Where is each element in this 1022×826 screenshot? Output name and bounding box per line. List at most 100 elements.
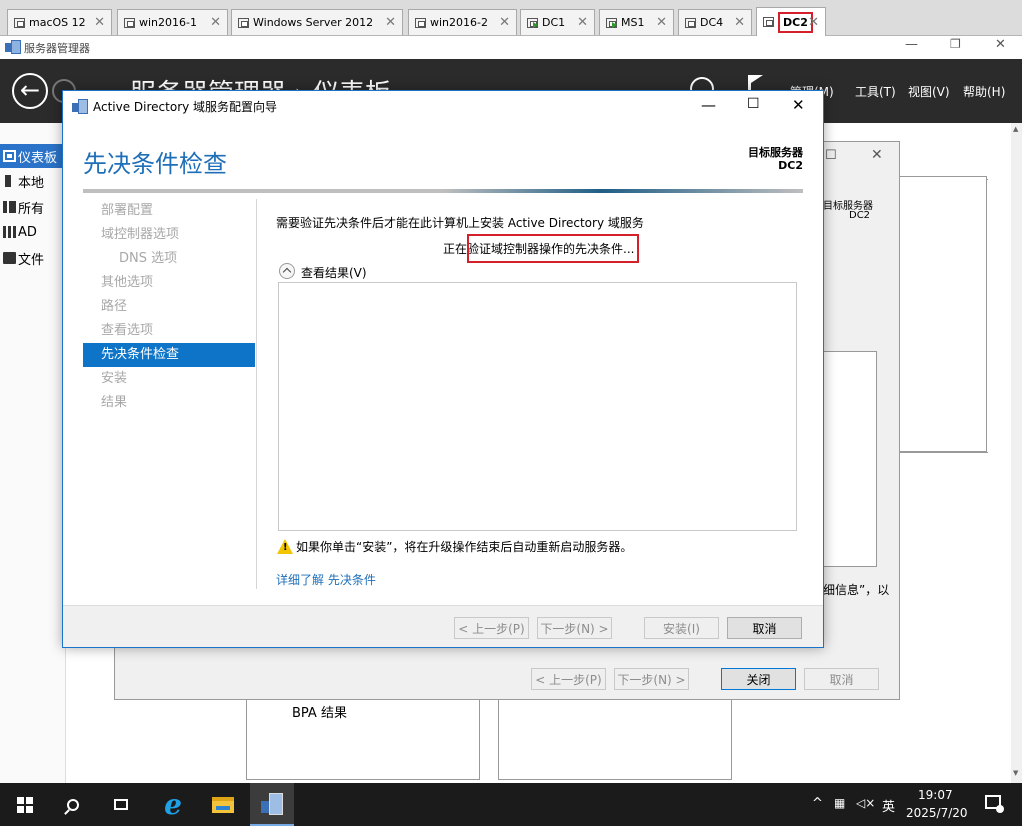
vm-tab-dc4[interactable]: DC4 ✕ [678,9,752,35]
network-icon[interactable]: ▦ [834,796,845,810]
target-server-label: 目标服务器 [748,146,803,159]
server-manager-icon [5,40,21,54]
vertical-scrollbar[interactable]: ▲ ▼ [1011,123,1022,783]
close-icon[interactable]: ✕ [734,15,745,30]
close-icon[interactable]: ✕ [94,15,105,30]
file-services-icon [3,252,16,264]
nav-file-services[interactable]: 文件 [0,246,66,270]
step-dns-options[interactable]: DNS 选项 [83,247,255,271]
ad-ds-config-wizard: Active Directory 域服务配置向导 — ☐ ✕ 先决条件检查 目标… [62,90,824,648]
vm-tab-dc1[interactable]: DC1 ✕ [520,9,595,35]
servers-icon [3,201,16,213]
server-icon [5,175,11,187]
restore-icon[interactable]: ☐ [825,148,837,163]
step-paths[interactable]: 路径 [83,295,255,319]
vm-tab-label: macOS 12 [29,16,86,29]
volume-muted-icon[interactable]: ◁× [856,796,875,810]
close-icon[interactable]: ✕ [792,96,805,114]
step-additional-options[interactable]: 其他选项 [83,271,255,295]
bg-close-button[interactable]: 关闭 [721,668,796,690]
nav-local-server[interactable]: 本地 [0,169,66,193]
collapse-chevron-icon[interactable] [279,263,295,279]
close-icon[interactable]: ✕ [808,15,819,30]
warning-icon [277,539,293,554]
nav-label: AD [18,224,37,240]
vm-tab-macos12[interactable]: macOS 12 ✕ [7,9,112,35]
vm-tab-ms1[interactable]: MS1 ✕ [599,9,674,35]
minimize-icon[interactable]: — [905,37,918,52]
vm-tab-bar: macOS 12 ✕ win2016-1 ✕ Windows Server 20… [0,0,1022,36]
close-icon[interactable]: ✕ [871,147,883,163]
vm-tab-windows-server-2012[interactable]: Windows Server 2012 ✕ [231,9,403,35]
maximize-icon[interactable]: ☐ [747,96,760,112]
vm-tab-label: DC4 [700,16,724,29]
restore-icon[interactable]: ❐ [950,37,961,51]
nav-dashboard[interactable]: 仪表板 [0,144,66,168]
close-icon[interactable]: ✕ [995,37,1006,52]
nav-all-servers[interactable]: 所有 [0,195,66,219]
vm-tab-label: MS1 [621,16,645,29]
nav-ad-ds[interactable]: AD [0,220,66,244]
restart-warning: 如果你单击“安装”，将在升级操作结束后自动重新启动服务器。 [296,540,633,554]
bg-next-button[interactable]: 下一步(N) > [614,668,689,690]
internet-explorer-icon[interactable]: e [156,783,190,826]
vm-tab-label: Windows Server 2012 [253,16,374,29]
wizard-title: Active Directory 域服务配置向导 [93,100,278,114]
nav-label: 所有 [18,201,45,217]
wizard-footer: < 上一步(P) 下一步(N) > 安装(I) 取消 [63,605,823,647]
bg-prev-button[interactable]: < 上一步(P) [531,668,606,690]
view-results-toggle[interactable]: 查看结果(V) [301,264,367,281]
vm-icon [763,17,774,27]
back-arrow-icon[interactable]: ← [12,73,48,109]
target-server-value: DC2 [778,159,803,172]
header-divider [83,189,803,193]
vm-icon [238,17,249,28]
close-icon[interactable]: ✕ [656,15,667,30]
detail-text: 细信息”，以 [823,583,890,597]
scroll-up-icon[interactable]: ▲ [1013,125,1018,133]
task-view-icon[interactable] [106,783,136,826]
nav-label: 文件 [18,252,45,268]
minimize-icon[interactable]: — [701,96,716,114]
clock-date[interactable]: 2025/7/20 [906,806,968,820]
background-side-panel [900,176,987,452]
vm-icon [415,17,426,28]
windows-start-icon[interactable] [10,783,40,826]
step-dc-options[interactable]: 域控制器选项 [83,223,255,247]
step-installation: 安装 [101,371,128,386]
menu-tools[interactable]: 工具(T) [855,83,896,100]
close-icon[interactable]: ✕ [210,15,221,30]
close-icon[interactable]: ✕ [499,15,510,30]
server-manager-titlebar: 服务器管理器 [0,36,1022,59]
step-prerequisites-check[interactable]: 先决条件检查 [83,343,255,367]
vm-tab-win2016-2[interactable]: win2016-2 ✕ [408,9,517,35]
search-icon[interactable] [58,783,88,826]
scroll-down-icon[interactable]: ▼ [1013,769,1018,777]
vm-running-icon [527,17,538,28]
menu-view[interactable]: 视图(V) [908,83,950,100]
clock-time[interactable]: 19:07 [918,788,953,802]
prev-button[interactable]: < 上一步(P) [454,617,529,639]
close-icon[interactable]: ✕ [385,15,396,30]
steps-divider [256,199,257,589]
menu-help[interactable]: 帮助(H) [963,83,1005,100]
results-pane[interactable] [278,282,797,531]
bpa-label: BPA 结果 [292,706,347,721]
next-button[interactable]: 下一步(N) > [537,617,612,639]
input-language[interactable]: 英 [882,796,895,815]
file-explorer-icon[interactable] [206,783,240,826]
step-deployment-config[interactable]: 部署配置 [83,199,255,223]
chevron-up-icon[interactable]: ^ [812,796,823,811]
install-button[interactable]: 安装(I) [644,617,719,639]
bg-cancel-button[interactable]: 取消 [804,668,879,690]
learn-more-link[interactable]: 详细了解 先决条件 [276,571,376,588]
vm-tab-win2016-1[interactable]: win2016-1 ✕ [117,9,228,35]
nav-label: 本地 [18,175,45,191]
action-center-icon[interactable] [985,795,1004,813]
cancel-button[interactable]: 取消 [727,617,802,639]
server-manager-taskbar-icon[interactable] [250,783,294,826]
step-review-options[interactable]: 查看选项 [83,319,255,343]
close-icon[interactable]: ✕ [577,15,588,30]
vm-tab-dc2[interactable]: DC2 ✕ [756,7,826,36]
step-results: 结果 [101,395,128,410]
